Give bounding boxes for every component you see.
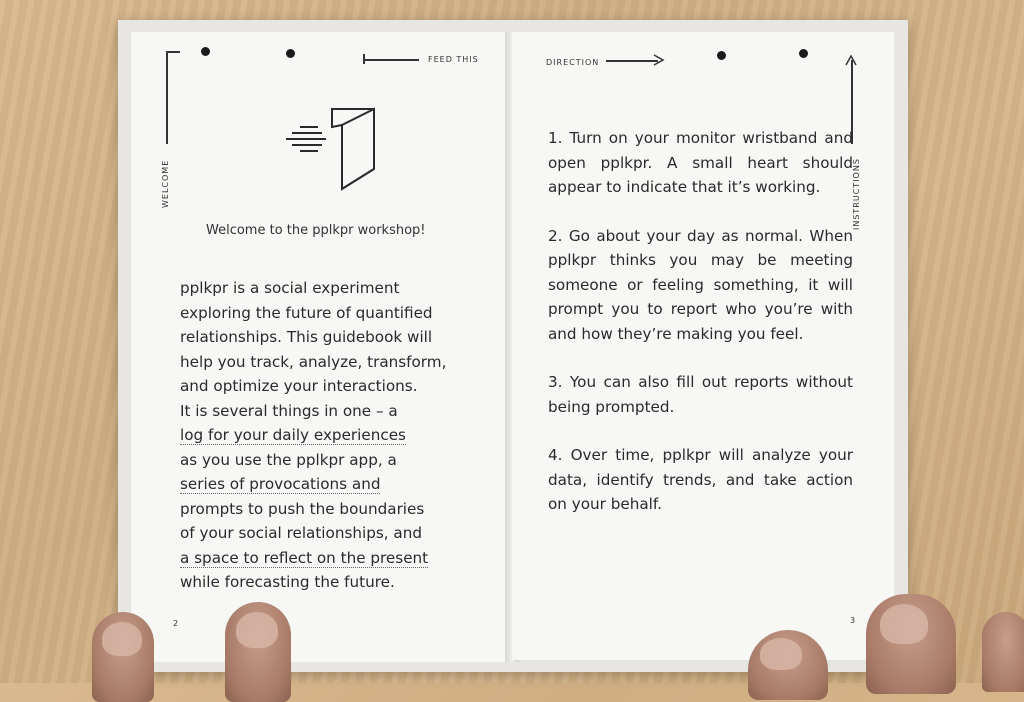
right-finger-edge (982, 612, 1024, 692)
underlined-phrase: log for your daily experiences (180, 426, 406, 445)
thumbnail (880, 604, 928, 644)
instructions-side-label: INSTRUCTIONS (852, 158, 861, 230)
intro-line: help you track, analyze, transform, (180, 352, 447, 371)
page-number-left: 2 (173, 619, 179, 628)
intro-line: exploring the future of quantified (180, 303, 433, 322)
feed-this-label: FEED THIS (428, 55, 479, 64)
intro-line: prompts to push the boundaries (180, 499, 425, 518)
fingernail (760, 638, 802, 670)
corner-bracket-top (166, 51, 180, 53)
punch-hole (799, 49, 808, 58)
punch-hole (717, 51, 726, 60)
intro-line-underlined: log for your daily experiences (180, 423, 475, 448)
welcome-side-label: WELCOME (161, 159, 170, 208)
instruction-step: 1. Turn on your monitor wristband and op… (548, 129, 853, 196)
header-rule (364, 59, 419, 61)
arrow-right-icon (653, 54, 665, 66)
intro-line-underlined: a space to reflect on the present (180, 546, 475, 571)
underlined-phrase: a space to reflect on the present (180, 548, 429, 568)
instruction-step: 3. You can also fill out reports without… (548, 373, 853, 416)
corner-bracket-side (166, 51, 168, 144)
instruction-step: 4. Over time, pplkpr will analyze your d… (548, 446, 853, 513)
intro-line: relationships. This guidebook will (180, 328, 433, 346)
instruction-steps: 1. Turn on your monitor wristband and op… (548, 126, 853, 541)
intro-line: of your social relationships, and (180, 524, 422, 542)
intro-line: pplkpr is a social experiment (180, 279, 400, 297)
welcome-heading: Welcome to the pplkpr workshop! (206, 223, 426, 238)
intro-line: It is several things in one – a (180, 401, 398, 420)
thumbnail (102, 622, 142, 656)
intro-line-underlined: series of provocations and (180, 472, 475, 497)
direction-label: DIRECTION (546, 58, 600, 67)
intro-line: as you use the pplkpr app, a (180, 450, 397, 469)
direction-arrow-shaft (606, 60, 658, 62)
header-rule-tick (363, 54, 365, 64)
intro-paragraph: pplkpr is a social experiment exploring … (180, 276, 475, 595)
instruction-step: 2. Go about your day as normal. When ppl… (548, 226, 853, 343)
fingernail (236, 612, 278, 648)
page-number-right: 3 (850, 616, 856, 625)
punch-hole (286, 49, 295, 58)
intro-line: and optimize your interactions. (180, 377, 418, 395)
underlined-phrase: series of provocations and (180, 475, 381, 494)
intro-line: while forecasting the future. (180, 573, 395, 591)
punch-hole (201, 47, 210, 56)
door-with-arrow-icon (286, 107, 375, 191)
